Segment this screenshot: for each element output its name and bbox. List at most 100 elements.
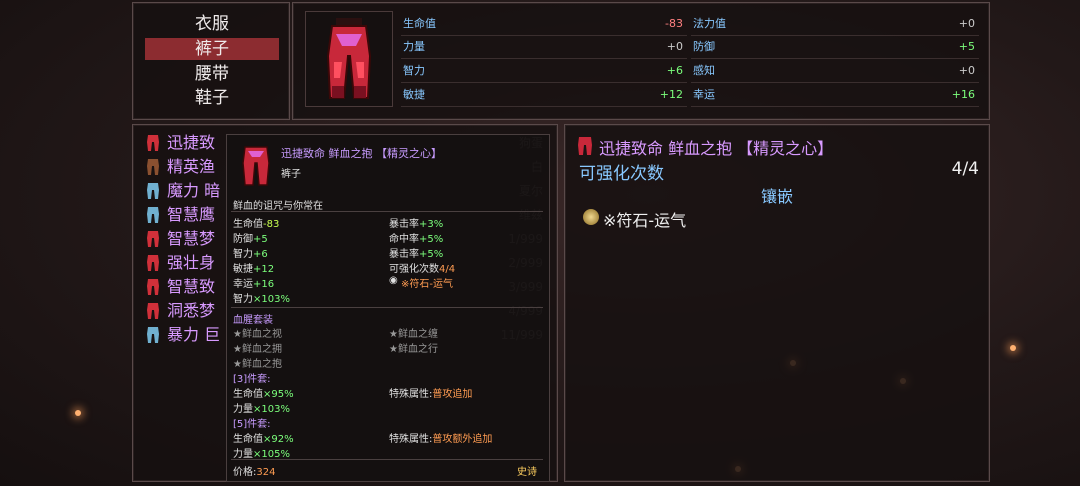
list-item-name: 魔力 暗 (167, 181, 221, 200)
stat-value: -83 (665, 17, 683, 30)
list-item-name: 强壮身 (167, 253, 216, 272)
set-item: ★鲜血之视 (233, 329, 282, 340)
set5-special: 特殊属性:普攻额外追加 (389, 430, 492, 445)
tooltip-stat: 幸运+16 (233, 275, 274, 290)
pants-icon (578, 137, 592, 155)
item-tooltip: 迅捷致命 鲜血之抱 【精灵之心】 裤子 鲜血的诅咒与你常在 生命值-83 防御+5… (226, 134, 550, 482)
set-item: ★鲜血之行 (389, 344, 438, 355)
price: 价格:324 (233, 463, 275, 478)
tooltip-flavor: 鲜血的诅咒与你常在 (233, 201, 323, 212)
equipped-item-slot[interactable] (305, 11, 393, 107)
pants-icon (326, 18, 372, 99)
tooltip-stat-value: ×103% (253, 294, 290, 305)
set-item: ★鲜血之抱 (233, 359, 282, 370)
tooltip-stat-label: 暴击率 (389, 219, 419, 230)
category-pants[interactable]: 裤子 (145, 38, 279, 60)
stat-value: +0 (666, 40, 683, 53)
set3-stat: 生命值×95% (233, 385, 294, 400)
tooltip-stat-value: +5 (253, 234, 268, 245)
stat-label: 敏捷 (403, 88, 425, 101)
stat-label: 防御 (693, 40, 715, 53)
rune-icon: ◉ (389, 275, 398, 286)
rune-icon (583, 209, 599, 225)
set3-special-value: 普攻追加 (432, 389, 473, 400)
list-item-name: 洞悉梦 (167, 301, 216, 320)
item-detail-panel: 迅捷致命 鲜血之抱 【精灵之心】 可强化次数 4/4 镶嵌 ※符石-运气 (564, 124, 990, 482)
tooltip-stat-value: +3% (419, 219, 444, 230)
list-item-name: 智慧鹰 (167, 205, 216, 224)
stat-row: 力量 +0 (401, 36, 687, 59)
price-label: 价格: (233, 467, 257, 478)
tooltip-stat-label: 敏捷 (233, 264, 253, 275)
tooltip-stat-value: +5% (419, 249, 444, 260)
stat-label: 幸运 (693, 88, 715, 101)
rarity-label: 史诗 (517, 467, 537, 478)
tooltip-stat-label: 暴击率 (389, 249, 419, 260)
stat-label: 生命值 (403, 17, 436, 30)
tooltip-stat-label: 可强化次数 (389, 264, 439, 275)
tooltip-stat-value: +6 (253, 249, 268, 260)
divider (231, 211, 543, 212)
gem-slot[interactable]: ※符石-运气 (603, 207, 686, 231)
set-name: 血腥套装 (233, 315, 273, 326)
pants-icon (147, 207, 159, 223)
pants-icon (147, 135, 159, 151)
category-belt[interactable]: 腰带 (145, 63, 279, 85)
list-item-name: 暴力 巨 (167, 325, 221, 344)
stat-value: +6 (666, 64, 683, 77)
enhance-value: 4/4 (951, 159, 979, 179)
stat-row: 敏捷 +12 (401, 84, 687, 107)
set3-special: 特殊属性:普攻追加 (389, 385, 472, 400)
tooltip-stat-label: 防御 (233, 234, 253, 245)
tooltip-stat: 敏捷+12 (233, 260, 274, 275)
enhance-label: 可强化次数 (579, 164, 664, 184)
set3-stat-value: ×95% (263, 389, 294, 400)
stat-label: 智力 (403, 64, 425, 77)
tooltip-stat: 命中率+5% (389, 230, 443, 245)
tooltip-stat-value: +16 (253, 279, 275, 290)
stat-label: 感知 (693, 64, 715, 77)
tooltip-stat: 暴击率+5% (389, 245, 443, 260)
tooltip-stat-label: 生命值 (233, 219, 263, 230)
inlay-label: 镶嵌 (760, 187, 793, 206)
set5-stat: 力量×105% (233, 445, 290, 460)
tooltip-stat: 智力×103% (233, 290, 290, 305)
category-panel: 衣服 裤子 腰带 鞋子 (132, 2, 290, 120)
tooltip-stat-label: 幸运 (233, 279, 253, 290)
tooltip-stat-value: +12 (253, 264, 275, 275)
set-item: ★鲜血之拥 (233, 344, 282, 355)
tooltip-stat: 智力+6 (233, 245, 268, 260)
stat-label: 法力值 (693, 17, 726, 30)
tooltip-stat-value: 4/4 (439, 264, 456, 275)
pants-icon (242, 146, 270, 186)
list-item-name: 智慧梦 (167, 229, 216, 248)
tooltip-title: 迅捷致命 鲜血之抱 【精灵之心】 (281, 147, 442, 160)
stat-row: 智力 +6 (401, 60, 687, 83)
divider (231, 307, 543, 308)
set3-label: [3]件套: (233, 374, 271, 385)
price-value: 324 (256, 467, 276, 478)
category-shoes[interactable]: 鞋子 (145, 87, 279, 109)
set5-special-label: 特殊属性: (389, 434, 433, 445)
pants-icon (147, 159, 159, 175)
set3-stat: 力量×103% (233, 400, 290, 415)
set3-special-label: 特殊属性: (389, 389, 433, 400)
set5-stat-value: ×92% (263, 434, 294, 445)
pants-icon (147, 279, 159, 295)
pants-icon (147, 327, 159, 343)
set3-stat-label: 生命值 (233, 389, 263, 400)
set3-stat-value: ×103% (253, 404, 290, 415)
tooltip-gem: ※符石-运气 (401, 279, 453, 290)
tooltip-stat-value: +5% (419, 234, 444, 245)
stat-label: 力量 (403, 40, 425, 53)
tooltip-stat-label: 智力 (233, 249, 253, 260)
stat-row: 感知 +0 (691, 60, 979, 83)
stat-row: 防御 +5 (691, 36, 979, 59)
list-item-name: 智慧致 (167, 277, 216, 296)
pants-icon (147, 231, 159, 247)
set5-stat-label: 生命值 (233, 434, 263, 445)
tooltip-stat: 生命值-83 (233, 215, 279, 230)
tooltip-stat-label: 命中率 (389, 234, 419, 245)
category-clothes[interactable]: 衣服 (145, 13, 279, 35)
list-item-name: 精英渔 (167, 157, 216, 176)
